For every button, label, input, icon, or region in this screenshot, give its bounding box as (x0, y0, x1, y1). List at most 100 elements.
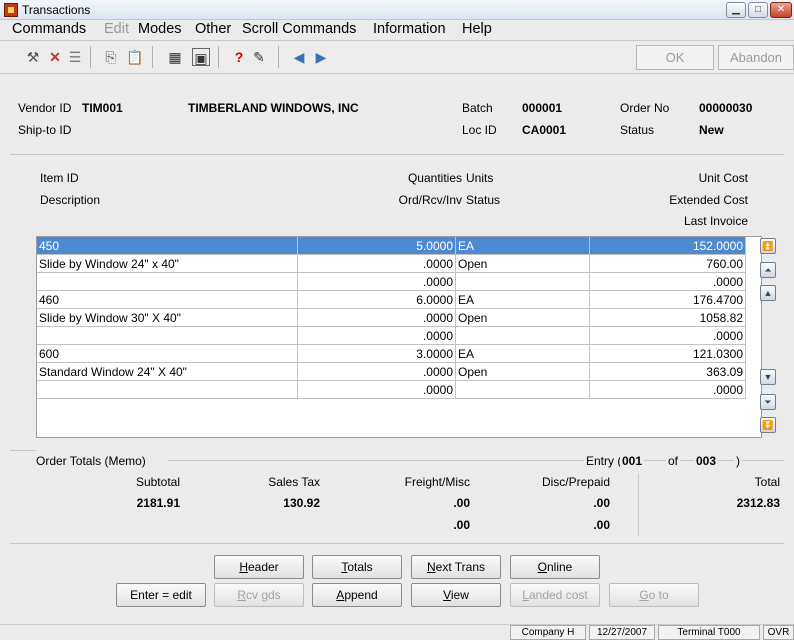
grid-unit-cost[interactable]: 176.4700 (590, 291, 746, 309)
grid-unit-cost[interactable]: 121.0300 (590, 345, 746, 363)
view-button[interactable]: View (411, 583, 501, 607)
grid-unit-cost[interactable]: 152.0000 (590, 237, 746, 255)
ship-to-label[interactable]: Ship-to ID (18, 123, 71, 137)
list-icon[interactable]: ☰ (66, 48, 84, 66)
disc-prepaid-value: .00 (593, 496, 610, 510)
toolbar-separator (152, 46, 153, 68)
grid-status[interactable]: Open (456, 309, 590, 327)
divider (10, 154, 784, 155)
grid-empty[interactable] (37, 273, 298, 291)
grid-description[interactable]: Standard Window 24" X 40" (37, 363, 298, 381)
grid-invoiced[interactable]: .0000 (298, 327, 456, 345)
subtotal-label: Subtotal (135, 475, 180, 489)
grid-extended-cost[interactable]: 760.00 (590, 255, 746, 273)
menu-other[interactable]: Other (195, 21, 231, 37)
grid-last-invoice[interactable]: .0000 (590, 273, 746, 291)
grid-unit[interactable]: EA (456, 237, 590, 255)
paste-icon[interactable]: 📋 (126, 48, 144, 66)
vendor-id-label: Vendor ID (18, 101, 72, 115)
col-description: Description (40, 193, 101, 207)
help-icon[interactable]: ? (230, 48, 248, 66)
grid-unit[interactable]: EA (456, 291, 590, 309)
scroll-page-up-icon[interactable]: ⏶ (760, 262, 776, 278)
grid-unit[interactable]: EA (456, 345, 590, 363)
grid-status[interactable]: Open (456, 255, 590, 273)
menu-help[interactable]: Help (462, 21, 492, 37)
status-label: Status (620, 123, 655, 137)
maximize-icon[interactable]: □ (748, 2, 768, 18)
vendor-id-value[interactable]: TIM001 (82, 101, 123, 115)
back-icon[interactable]: ◀ (290, 48, 308, 66)
calculator-icon[interactable]: ▦ (166, 48, 184, 66)
tools-icon[interactable]: ⚒ (24, 48, 42, 66)
grid-extended-cost[interactable]: 363.09 (590, 363, 746, 381)
append-button[interactable]: Append (312, 583, 402, 607)
landed-cost-button[interactable]: Landed cost (510, 583, 600, 607)
grid-description[interactable]: Slide by Window 24" x 40" (37, 255, 298, 273)
status-company: Company H (510, 625, 586, 640)
grid-extended-cost[interactable]: 1058.82 (590, 309, 746, 327)
scroll-page-down-icon[interactable]: ⏷ (760, 394, 776, 410)
calendar-icon[interactable]: ▣ (192, 48, 210, 66)
enter-edit-button[interactable]: Enter = edit (116, 583, 206, 607)
grid-last-invoice[interactable]: .0000 (590, 381, 746, 399)
scroll-top-icon[interactable]: ⏫ (760, 238, 776, 254)
close-icon[interactable]: ✕ (770, 2, 792, 18)
next-trans-button[interactable]: Next Trans (411, 555, 501, 579)
menu-commands[interactable]: Commands (12, 21, 86, 37)
scroll-down-icon[interactable]: ▼ (760, 369, 776, 385)
menu-modes[interactable]: Modes (138, 21, 182, 37)
app-icon (4, 3, 18, 17)
rcv-gds-button[interactable]: Rcv gds (214, 583, 304, 607)
grid-quantity[interactable]: 3.0000 (298, 345, 456, 363)
status-value: New (699, 123, 724, 137)
grid-received[interactable]: .0000 (298, 309, 456, 327)
online-button[interactable]: Online (510, 555, 600, 579)
grid-item-id[interactable]: 450 (37, 237, 298, 255)
scroll-up-icon[interactable]: ▲ (760, 285, 776, 301)
sales-tax-value: 130.92 (283, 496, 320, 510)
toolbar-separator (218, 46, 219, 68)
delete-icon[interactable]: ✕ (46, 48, 64, 66)
book-icon[interactable]: ✎ (250, 48, 268, 66)
grid-last-invoice[interactable]: .0000 (590, 327, 746, 345)
grid-empty[interactable] (456, 381, 590, 399)
grid-empty[interactable] (456, 273, 590, 291)
totals-button[interactable]: Totals (312, 555, 402, 579)
disc-prepaid-label: Disc/Prepaid (541, 475, 610, 489)
loc-id-value: CA0001 (522, 123, 567, 137)
divider (10, 543, 784, 544)
ok-button[interactable]: OK (636, 45, 714, 70)
grid-description[interactable]: Slide by Window 30" X 40" (37, 309, 298, 327)
grid-received[interactable]: .0000 (298, 255, 456, 273)
freight-label: Freight/Misc (404, 475, 470, 489)
grid-quantity[interactable]: 6.0000 (298, 291, 456, 309)
freight-value: .00 (453, 496, 470, 510)
menu-scroll-commands[interactable]: Scroll Commands (242, 21, 356, 37)
order-totals-label: Order Totals (Memo) (36, 454, 146, 468)
col-status: Status (466, 193, 501, 207)
grid-received[interactable]: .0000 (298, 363, 456, 381)
order-no-value: 00000030 (699, 101, 753, 115)
grid-invoiced[interactable]: .0000 (298, 381, 456, 399)
grid-item-id[interactable]: 460 (37, 291, 298, 309)
status-mode: OVR (763, 625, 794, 640)
copy-icon[interactable]: ⎘ (102, 48, 120, 66)
abandon-button[interactable]: Abandon (718, 45, 794, 70)
grid-quantity[interactable]: 5.0000 (298, 237, 456, 255)
menu-edit[interactable]: Edit (104, 21, 129, 37)
minimize-icon[interactable]: ▁ (726, 2, 746, 18)
header-button[interactable]: Header (214, 555, 304, 579)
scroll-bottom-icon[interactable]: ⏬ (760, 417, 776, 433)
go-to-button[interactable]: Go to (609, 583, 699, 607)
grid-empty[interactable] (37, 381, 298, 399)
grid-empty[interactable] (456, 327, 590, 345)
lines-grid[interactable]: 450 5.0000 EA 152.0000 Slide by Window 2… (36, 236, 762, 438)
menu-information[interactable]: Information (373, 21, 446, 37)
col-extended-cost: Extended Cost (669, 193, 748, 207)
grid-empty[interactable] (37, 327, 298, 345)
grid-invoiced[interactable]: .0000 (298, 273, 456, 291)
forward-icon[interactable]: ▶ (312, 48, 330, 66)
grid-status[interactable]: Open (456, 363, 590, 381)
grid-item-id[interactable]: 600 (37, 345, 298, 363)
